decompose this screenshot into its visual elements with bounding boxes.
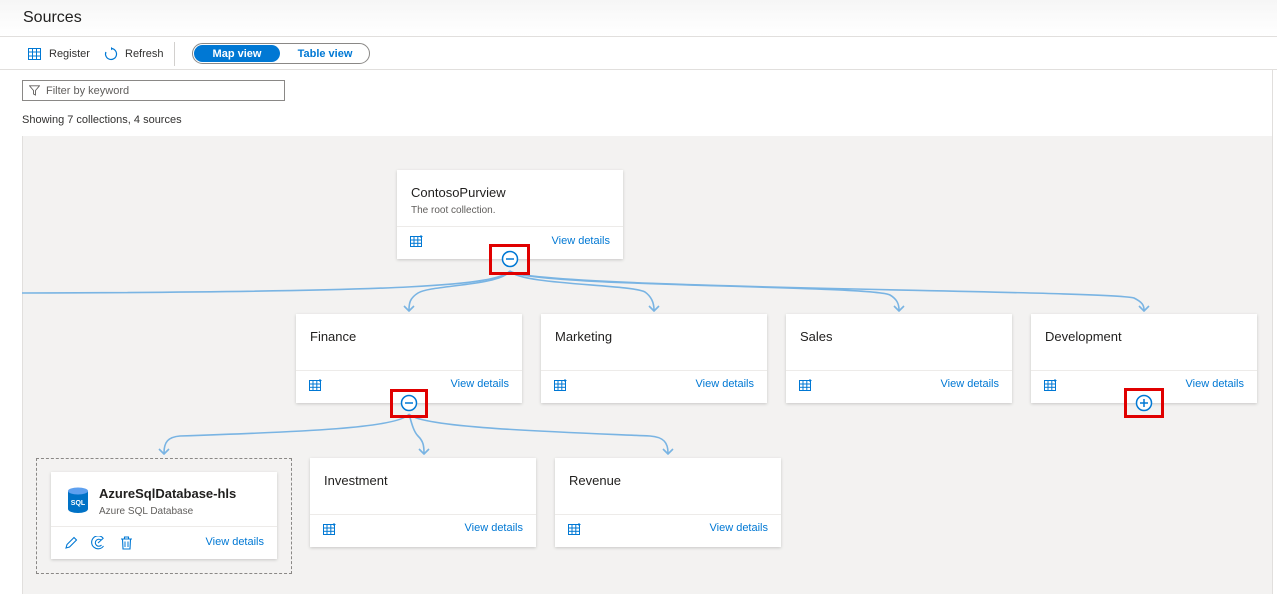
collection-name: Finance [310,329,357,344]
register-source-icon[interactable] [410,235,424,248]
card-divider [541,370,767,371]
card-divider [1031,370,1257,371]
collection-name: Investment [324,473,388,488]
delete-icon[interactable] [120,536,133,550]
view-details-link[interactable]: View details [710,522,769,534]
view-details-link[interactable]: View details [451,378,510,390]
collection-name: Sales [800,329,833,344]
register-source-icon[interactable] [309,379,323,392]
view-details-link[interactable]: View details [206,536,265,548]
sql-database-icon: SQL [67,487,89,513]
card-divider [555,514,781,515]
card-divider [51,526,277,527]
collection-card-marketing[interactable]: Marketing View details [541,314,767,403]
collection-name: Revenue [569,473,622,488]
register-source-icon[interactable] [799,379,813,392]
collection-name: ContosoPurview [411,185,506,200]
collection-card-sales[interactable]: Sales View details [786,314,1012,403]
register-source-icon[interactable] [554,379,568,392]
scan-icon[interactable] [91,536,105,550]
sql-badge-text: SQL [71,500,86,507]
source-name: AzureSqlDatabase-hls [99,486,237,501]
register-source-icon[interactable] [323,523,337,536]
view-details-link[interactable]: View details [696,378,755,390]
collection-card-revenue[interactable]: Revenue View details [555,458,781,547]
view-details-link[interactable]: View details [552,235,611,247]
register-source-icon[interactable] [1044,379,1058,392]
register-source-icon[interactable] [568,523,582,536]
collection-name: Development [1045,329,1122,344]
view-details-link[interactable]: View details [941,378,1000,390]
source-type: Azure SQL Database [99,506,194,517]
highlight-box [390,389,428,418]
card-divider [786,370,1012,371]
collection-card-investment[interactable]: Investment View details [310,458,536,547]
view-details-link[interactable]: View details [1186,378,1245,390]
edit-icon[interactable] [64,536,78,550]
card-divider [397,226,623,227]
view-details-link[interactable]: View details [465,522,524,534]
collection-description: The root collection. [411,205,496,216]
collection-name: Marketing [555,329,613,344]
card-divider [310,514,536,515]
highlight-box [1124,388,1164,418]
highlight-box [489,244,530,275]
card-divider [296,370,522,371]
source-card-azuresqldatabase[interactable]: SQL AzureSqlDatabase-hls Azure SQL Datab… [51,472,277,559]
